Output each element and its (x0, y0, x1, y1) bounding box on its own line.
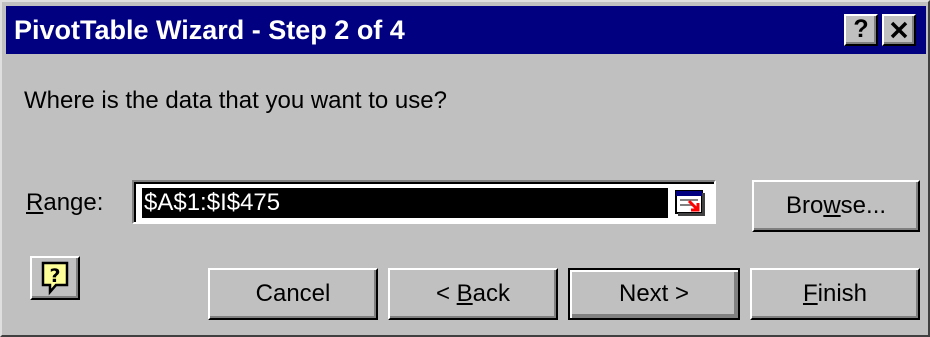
finish-label-mnemonic: F (802, 280, 818, 307)
back-label-rest: ack (472, 280, 511, 307)
back-button[interactable]: < Back (388, 268, 558, 320)
back-label-prefix: < (435, 280, 457, 307)
titlebar-help-button[interactable]: ? (844, 14, 878, 46)
data-source-prompt: Where is the data that you want to use? (24, 87, 447, 114)
range-input-value[interactable]: $A$1:$I$475 (142, 188, 668, 218)
range-label: Range: (26, 188, 103, 218)
pivottable-wizard-dialog: PivotTable Wizard - Step 2 of 4 ? Where … (0, 0, 930, 337)
next-button[interactable]: Next > (568, 268, 740, 320)
back-label-mnemonic: B (456, 280, 473, 307)
window-title: PivotTable Wizard - Step 2 of 4 (14, 15, 405, 45)
title-bar[interactable]: PivotTable Wizard - Step 2 of 4 ? (6, 6, 926, 54)
collapse-dialog-button[interactable] (672, 188, 708, 218)
close-icon (890, 21, 908, 39)
finish-button[interactable]: Finish (750, 268, 920, 320)
office-assistant-button[interactable]: ? (30, 256, 80, 300)
range-label-mnemonic: R (26, 189, 44, 216)
svg-text:?: ? (49, 265, 60, 287)
browse-label-mnemonic: w (823, 192, 841, 219)
finish-label-rest: inish (817, 280, 868, 307)
titlebar-close-button[interactable] (882, 14, 916, 46)
question-mark-icon: ? (853, 15, 869, 43)
cancel-button[interactable]: Cancel (208, 268, 378, 320)
browse-label-before: Bro (785, 192, 824, 219)
browse-button[interactable]: Browse... (752, 180, 920, 232)
office-assistant-help-icon: ? (41, 261, 69, 296)
range-label-text: ange: (43, 189, 104, 216)
browse-label-after: se... (840, 192, 887, 219)
range-input[interactable]: $A$1:$I$475 (132, 180, 716, 224)
collapse-dialog-icon (675, 190, 705, 216)
